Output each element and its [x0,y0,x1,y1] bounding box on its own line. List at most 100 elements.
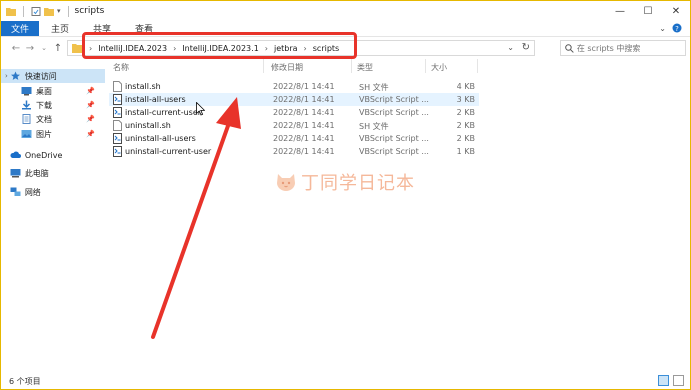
file-row[interactable]: install-current-user 2022/8/1 14:41 VBSc… [109,106,479,119]
pictures-icon [21,130,32,138]
sh-file-icon [113,120,122,131]
sidebar-item-desktop[interactable]: 桌面 📌 [1,84,105,98]
sidebar-item-label: 网络 [24,187,41,197]
column-divider[interactable] [477,59,478,73]
help-icon[interactable]: ? [672,23,682,33]
address-history-chevron-icon[interactable]: ⌄ [507,43,514,52]
expand-chevron-icon[interactable]: › [5,72,8,80]
search-input[interactable] [576,43,685,53]
download-icon [22,100,31,110]
explorer-window: ▾ scripts — ☐ ✕ 文件 主页 共享 查看 ⌄ ? ← → ⌄ ↑ … [0,0,691,390]
sidebar-item-downloads[interactable]: 下载 📌 [1,98,105,112]
sidebar-item-documents[interactable]: 文档 📌 [1,112,105,126]
vbscript-file-icon [113,146,122,157]
file-type: VBScript Script ... [359,95,429,104]
recent-locations-chevron-icon[interactable]: ⌄ [37,44,51,52]
network-icon [10,187,21,196]
file-size: 2 KB [456,134,475,143]
minimize-button[interactable]: — [606,1,634,21]
column-header-type[interactable]: 类型 [357,62,373,73]
cloud-icon [10,151,21,158]
expand-ribbon-chevron-icon[interactable]: ⌄ [659,24,666,33]
expand-chevron-icon[interactable]: › [5,151,8,159]
pin-icon: 📌 [86,130,95,138]
file-size: 3 KB [456,95,475,104]
forward-arrow-icon[interactable]: → [23,43,37,54]
divider [23,5,24,17]
close-button[interactable]: ✕ [662,1,690,21]
title-bar: ▾ scripts — ☐ ✕ [1,1,690,21]
sidebar-item-label: OneDrive [24,150,63,160]
item-count: 6 个项目 [9,376,41,386]
file-size: 1 KB [456,147,475,156]
sidebar-item-label: 下载 [36,100,52,110]
folder-icon [6,7,16,16]
file-size: 4 KB [456,82,475,91]
desktop-icon [21,87,32,96]
file-type: VBScript Script ... [359,147,429,156]
sh-file-icon [113,81,122,92]
file-size: 2 KB [456,108,475,117]
pin-icon: 📌 [86,115,95,123]
sidebar-item-label: 快速访问 [24,71,57,81]
column-header-size[interactable]: 大小 [431,62,447,73]
file-name: uninstall.sh [125,121,171,130]
column-divider[interactable] [351,59,352,73]
watermark-text: 丁同学日记本 [301,173,415,194]
svg-text:?: ? [675,25,679,33]
sidebar-item-label: 桌面 [36,86,52,96]
file-size: 2 KB [456,121,475,130]
mouse-cursor-icon [196,102,205,116]
search-box[interactable] [560,40,686,56]
column-header-date[interactable]: 修改日期 [271,62,303,73]
sidebar-item-pictures[interactable]: 图片 📌 [1,127,105,141]
sidebar-item-this-pc[interactable]: › 此电脑 [1,166,105,180]
tab-home[interactable]: 主页 [39,21,81,36]
star-icon [10,71,20,80]
computer-icon [10,169,21,178]
file-row[interactable]: uninstall.sh 2022/8/1 14:41 SH 文件 2 KB [109,119,479,132]
large-icons-view-icon[interactable] [673,375,684,386]
status-bar: 6 个项目 [1,373,690,389]
sidebar-item-label: 文档 [36,114,52,124]
back-arrow-icon[interactable]: ← [9,43,23,54]
column-divider[interactable] [425,59,426,73]
tab-file[interactable]: 文件 [1,21,40,36]
new-folder-icon[interactable] [44,7,54,16]
file-date: 2022/8/1 14:41 [273,82,335,91]
file-date: 2022/8/1 14:41 [273,95,335,104]
pin-icon: 📌 [86,101,95,109]
watermark: 丁同学日记本 [275,169,415,195]
expand-chevron-icon[interactable]: › [5,188,8,196]
ribbon-right-controls: ⌄ ? [659,23,682,33]
maximize-button[interactable]: ☐ [634,1,662,21]
address-highlight-annotation [82,32,357,59]
customize-toolbar-chevron-icon[interactable]: ▾ [57,7,61,15]
file-date: 2022/8/1 14:41 [273,147,335,156]
details-view-icon[interactable] [658,375,669,386]
expand-chevron-icon[interactable]: › [5,169,8,177]
shiba-dog-logo-icon [277,174,295,191]
sidebar-item-quick-access[interactable]: › 快速访问 [1,69,105,83]
file-row[interactable]: install-all-users 2022/8/1 14:41 VBScrip… [109,93,479,106]
column-header-name[interactable]: 名称 [113,62,129,73]
file-row[interactable]: uninstall-current-user 2022/8/1 14:41 VB… [109,145,479,158]
file-date: 2022/8/1 14:41 [273,121,335,130]
file-name: uninstall-current-user [125,147,212,156]
file-name: install.sh [125,82,161,91]
file-name: install-current-user [125,108,202,117]
window-controls: — ☐ ✕ [606,1,690,21]
document-icon [22,114,31,124]
sidebar-item-network[interactable]: › 网络 [1,185,105,199]
file-type: VBScript Script ... [359,134,429,143]
up-arrow-icon[interactable]: ↑ [51,43,65,54]
properties-icon[interactable] [31,6,41,16]
refresh-icon[interactable]: ↻ [522,42,530,53]
navigation-pane: › 快速访问 桌面 📌 下载 📌 文档 📌 图片 📌 › OneDrive › … [1,61,105,373]
search-icon [565,43,574,53]
sidebar-item-onedrive[interactable]: › OneDrive [1,148,105,162]
file-row[interactable]: uninstall-all-users 2022/8/1 14:41 VBScr… [109,132,479,145]
file-row[interactable]: install.sh 2022/8/1 14:41 SH 文件 4 KB [109,80,479,93]
vbscript-file-icon [113,133,122,144]
column-divider[interactable] [263,59,264,73]
